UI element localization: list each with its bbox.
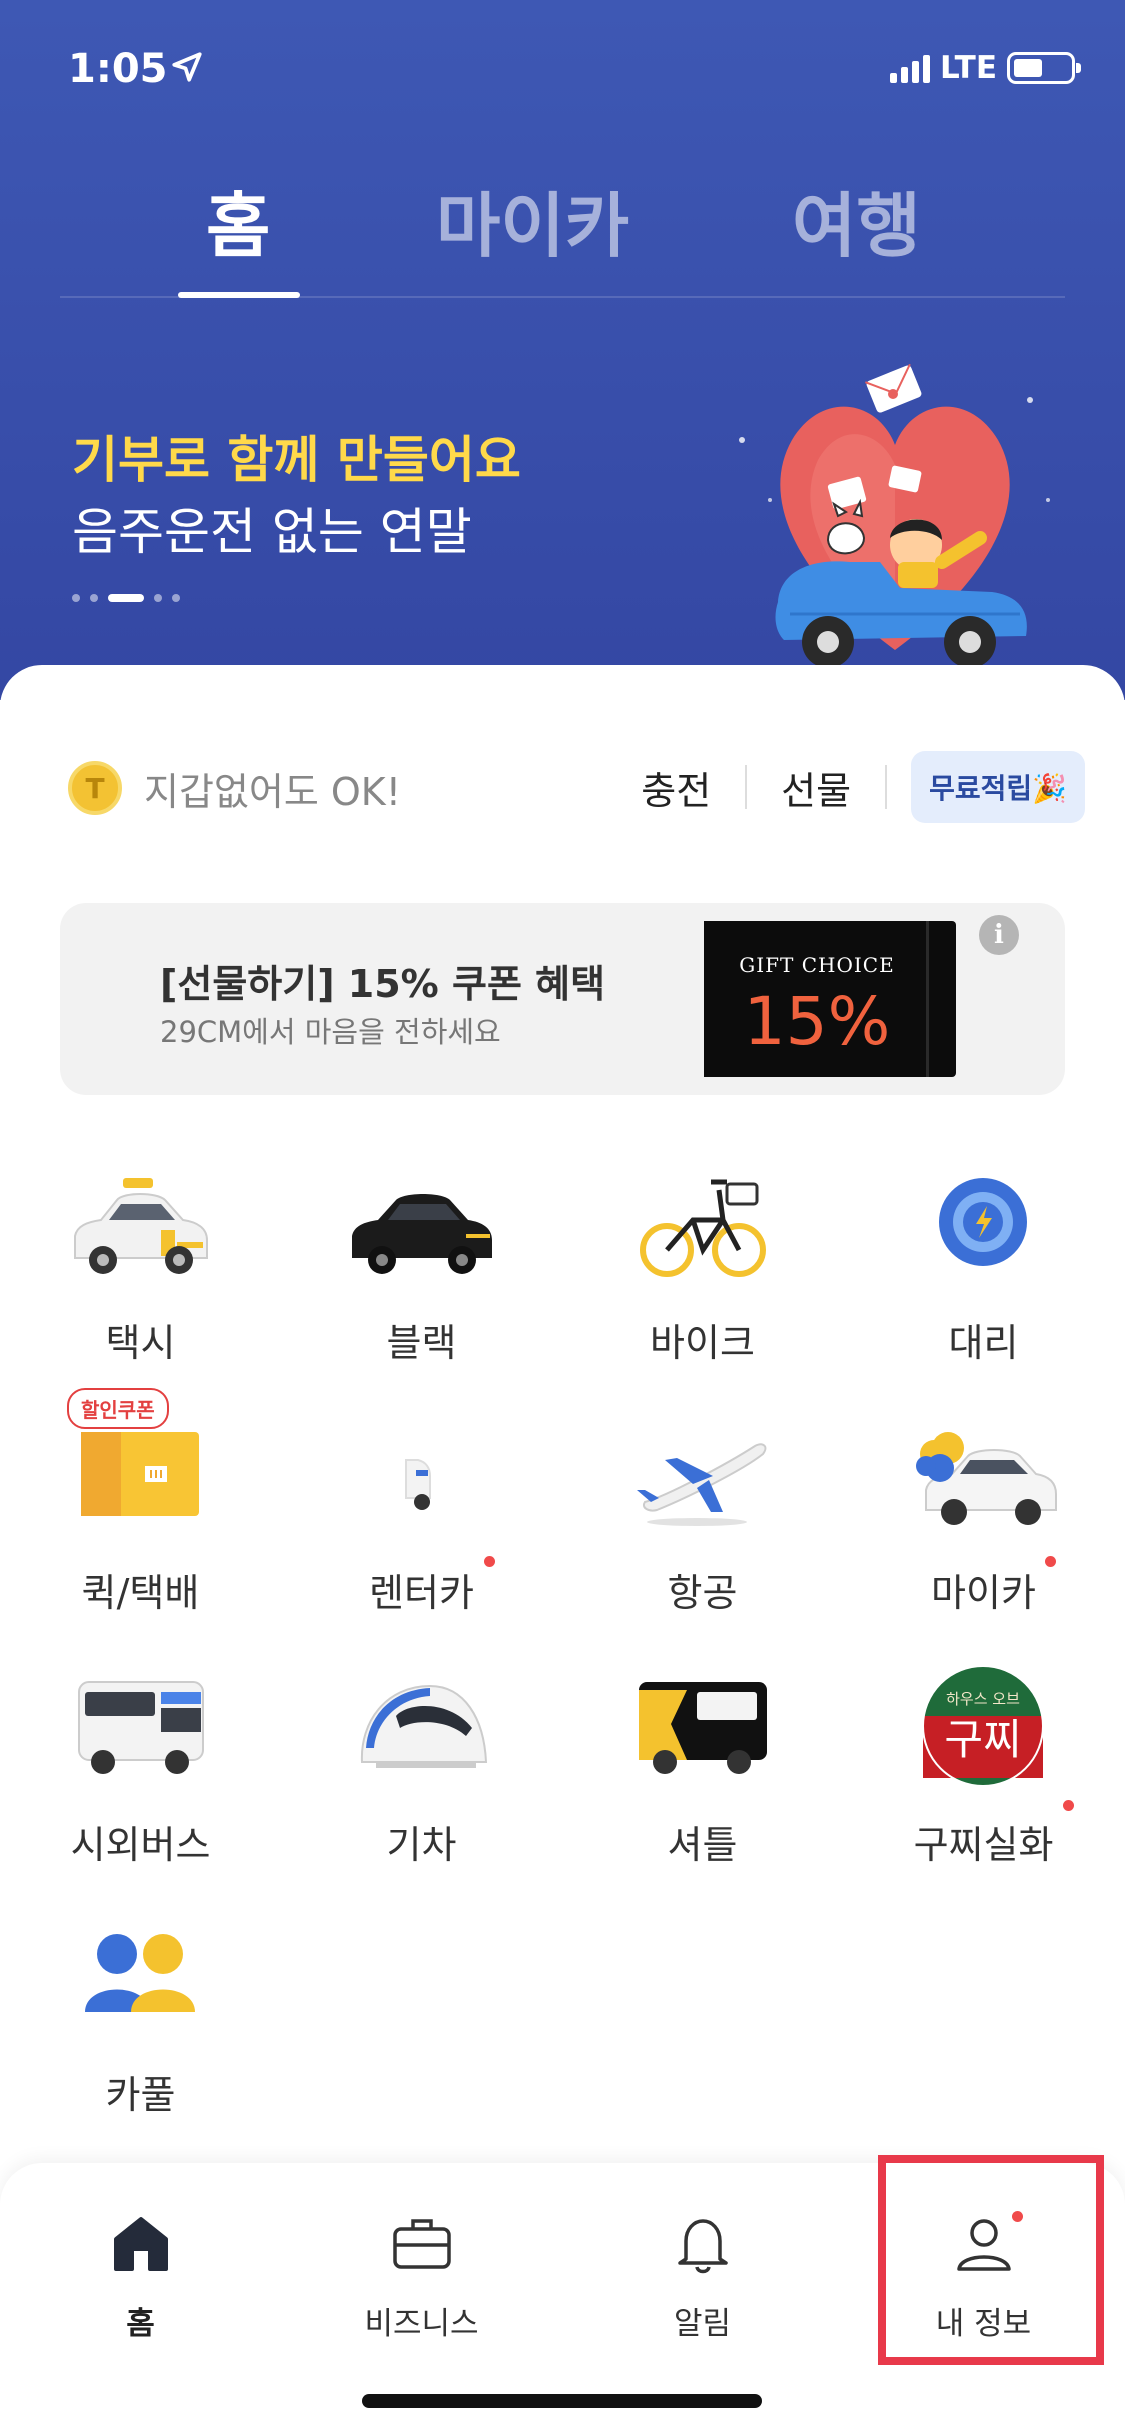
service-label: 퀵/택배 [81,1571,200,1615]
service-label: 택시 [105,1321,176,1365]
bell-icon [672,2213,734,2275]
service-label: 카풀 [105,2073,176,2117]
home-indicator[interactable] [362,2394,762,2408]
page-dot-active [108,594,144,602]
service-label: 항공 [667,1571,738,1615]
service-bike[interactable]: 바이크 [562,1160,843,1410]
coupon-subtitle: 29CM에서 마음을 전하세요 [160,1015,501,1049]
home-icon [110,2213,172,2275]
service-label: 시외버스 [70,1823,211,1867]
mycar-icon [908,1410,1058,1540]
service-label: 마이카 [931,1571,1036,1615]
page-dot [154,594,162,602]
service-label: 구찌실화 [913,1823,1054,1867]
free-points-button[interactable]: 무료적립🎉 [911,751,1085,823]
bus-icon [65,1662,215,1792]
nav-label: 비즈니스 [364,2306,479,2342]
status-time: 1:05 [68,46,168,92]
page-dot [72,594,80,602]
coupon-title: [선물하기] 15% 쿠폰 혜택 [160,962,606,1006]
status-indicators: LTE [890,50,1081,86]
service-intercity-bus[interactable]: 시외버스 [0,1662,281,1912]
divider [885,765,888,809]
header: 1:05 LTE 홈 마이카 여행 기부로 함께 만들어요 음주운전 없는 연말 [0,0,1125,700]
banner-subheadline[interactable]: 음주운전 없는 연말 [72,492,472,564]
service-train[interactable]: 기차 [281,1662,562,1912]
box-icon [65,1410,215,1540]
info-icon[interactable]: i [979,915,1019,955]
gucci-logo-top: 하우스 오브 [946,1690,1020,1708]
new-indicator-dot [1045,1556,1056,1567]
black-car-icon [346,1160,496,1290]
service-black[interactable]: 블랙 [281,1160,562,1410]
service-label: 셔틀 [667,1823,738,1867]
gucci-house-icon: 하우스 오브 구찌 [908,1662,1058,1792]
service-label: 블랙 [386,1321,457,1365]
highlight-box [878,2155,1104,2365]
gift-card-tab [926,921,956,1077]
gift-card-value: 15% [743,983,891,1060]
train-icon [346,1662,496,1792]
service-house-of-gucci[interactable]: 하우스 오브 구찌 구찌실화 [843,1662,1124,1912]
charge-button[interactable]: 충전 [607,760,745,815]
tab-home[interactable]: 홈 [206,170,270,271]
wallet-row[interactable]: T 지갑없어도 OK! [68,760,401,816]
service-label: 바이크 [650,1321,755,1365]
service-label: 렌터카 [369,1571,474,1615]
service-rental-car[interactable]: 렌터카 [281,1410,562,1660]
carpool-icon [65,1912,215,2042]
service-carpool[interactable]: 카풀 [0,1912,281,2162]
status-bar: 1:05 LTE [68,40,1081,100]
service-label: 기차 [386,1823,457,1867]
service-driver[interactable]: 대리 [843,1160,1124,1410]
location-arrow-icon [170,50,204,88]
briefcase-icon [391,2213,453,2275]
heart-car-illustration[interactable] [730,350,1060,704]
nav-business[interactable]: 비즈니스 [281,2193,562,2363]
gift-button[interactable]: 선물 [747,760,885,815]
top-tabs: 홈 마이카 여행 [60,170,1065,298]
signal-icon [890,53,931,83]
tab-mycar[interactable]: 마이카 [436,170,629,271]
service-shuttle[interactable]: 셔틀 [562,1662,843,1912]
rental-car-icon [346,1410,496,1540]
service-mycar[interactable]: 마이카 [843,1410,1124,1660]
gift-card-label: GIFT CHOICE [739,953,895,977]
service-taxi[interactable]: 택시 [0,1160,281,1410]
active-tab-indicator [178,292,300,298]
wallet-text: 지갑없어도 OK! [144,769,401,814]
nav-label: 알림 [673,2306,732,2342]
discount-coupon-badge: 할인쿠폰 [67,1388,169,1429]
tab-travel[interactable]: 여행 [792,170,921,271]
battery-icon [1007,52,1081,84]
page-dot [90,594,98,602]
steering-wheel-icon [908,1160,1058,1290]
shuttle-icon [627,1662,777,1792]
page-dot [172,594,180,602]
service-label: 대리 [948,1321,1019,1365]
bike-icon [627,1160,777,1290]
gift-choice-card: GIFT CHOICE 15% [704,921,930,1077]
service-flight[interactable]: 항공 [562,1410,843,1660]
wallet-actions: 충전 선물 무료적립🎉 [607,751,1085,823]
nav-home[interactable]: 홈 [0,2193,281,2363]
t-coin-icon: T [68,761,122,815]
taxi-icon [65,1160,215,1290]
nav-label: 홈 [126,2306,155,2342]
service-quick-delivery[interactable]: 할인쿠폰 퀵/택배 [0,1388,281,1660]
new-indicator-dot [484,1556,495,1567]
network-label: LTE [940,50,997,86]
nav-notifications[interactable]: 알림 [562,2193,843,2363]
new-indicator-dot [1063,1800,1074,1811]
airplane-icon [627,1410,777,1540]
banner-pagination [72,594,180,602]
banner-headline[interactable]: 기부로 함께 만들어요 [72,420,521,492]
gucci-logo-main: 구찌 [944,1715,1021,1764]
coupon-banner[interactable]: [선물하기] 15% 쿠폰 혜택 29CM에서 마음을 전하세요 GIFT CH… [60,903,1065,1095]
